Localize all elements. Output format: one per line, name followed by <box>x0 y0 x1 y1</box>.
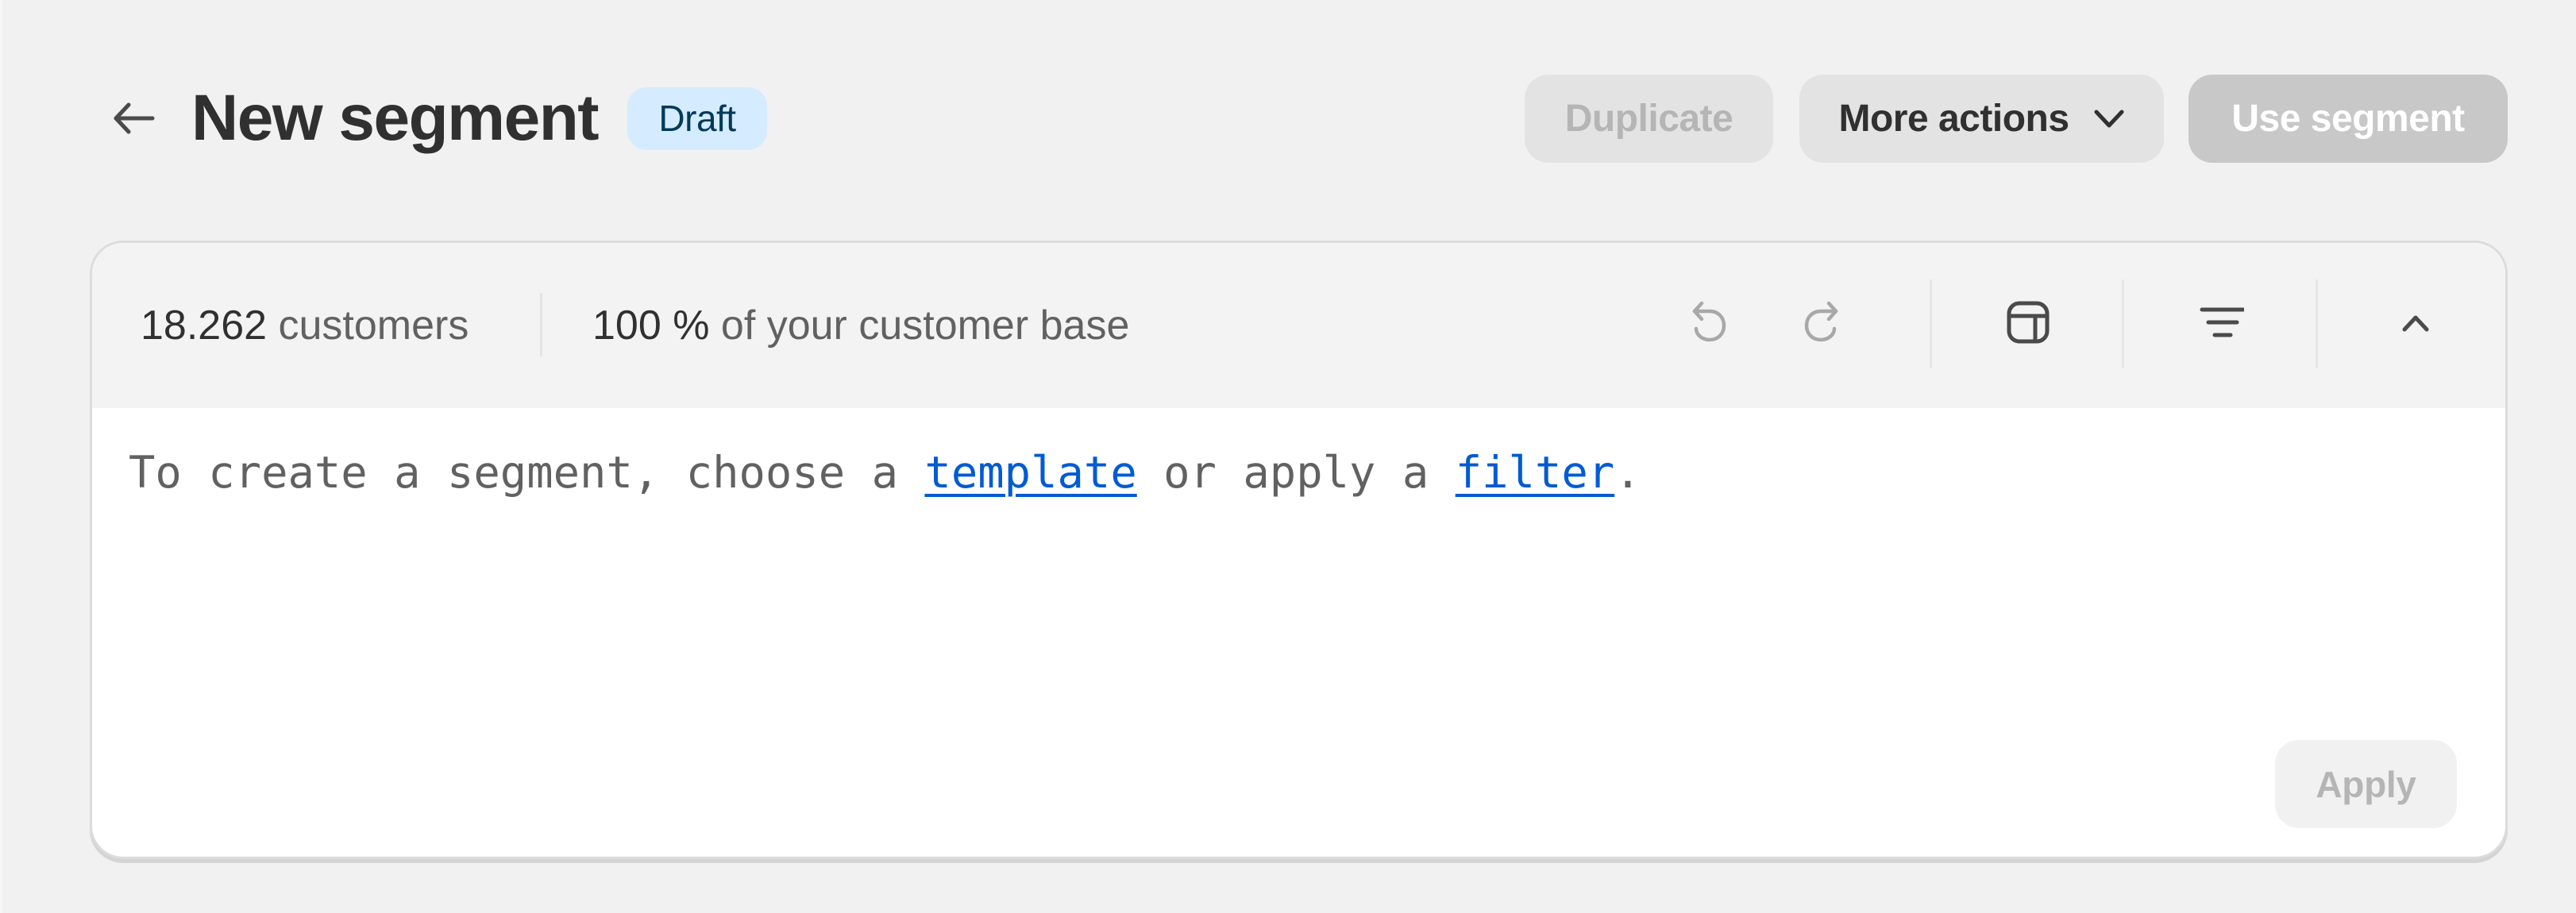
redo-button[interactable] <box>1777 279 1865 366</box>
status-badge: Draft <box>627 87 767 150</box>
filter-icon <box>2200 307 2244 337</box>
apply-button[interactable]: Apply <box>2275 740 2457 828</box>
toolbar-divider <box>1930 279 1932 368</box>
summary-divider <box>540 293 542 356</box>
filter-link[interactable]: filter <box>1456 447 1614 499</box>
duplicate-button-label: Duplicate <box>1564 98 1733 140</box>
customer-percentage: 100 % of your customer base <box>592 294 1129 357</box>
template-link[interactable]: template <box>924 447 1136 499</box>
filter-button[interactable] <box>2178 279 2266 366</box>
customer-percentage-value: 100 % <box>592 302 710 349</box>
customer-count-value: 18.262 <box>141 302 268 349</box>
editor-text: or apply a <box>1136 447 1456 499</box>
use-segment-label: Use segment <box>2231 98 2465 140</box>
chevron-down-icon <box>2093 109 2125 129</box>
editor-text: . <box>1614 447 1641 499</box>
toolbar-divider <box>2122 279 2124 368</box>
chevron-up-icon <box>2402 315 2429 332</box>
template-icon <box>2007 301 2050 344</box>
template-button[interactable] <box>1984 279 2072 366</box>
collapse-button[interactable] <box>2372 279 2459 366</box>
more-actions-label: More actions <box>1838 98 2069 140</box>
duplicate-button[interactable]: Duplicate <box>1525 75 1773 163</box>
undo-button[interactable] <box>1666 279 1753 366</box>
arrow-left-icon <box>114 102 155 134</box>
back-button[interactable] <box>104 94 163 142</box>
editor-text: To create a segment, choose a <box>129 447 925 499</box>
page-title: New segment <box>191 82 600 154</box>
apply-button-label: Apply <box>2316 763 2416 805</box>
redo-icon <box>1804 301 1838 342</box>
more-actions-button[interactable]: More actions <box>1799 75 2164 163</box>
segment-query-editor[interactable]: To create a segment, choose a template o… <box>129 441 1641 505</box>
customer-count-label: customers <box>278 302 469 349</box>
segment-editor-card: 18.262 customers 100 % of your customer … <box>90 241 2508 859</box>
toolbar-divider <box>2316 279 2318 368</box>
customer-percentage-label: of your customer base <box>720 302 1130 349</box>
segment-summary-bar: 18.262 customers 100 % of your customer … <box>92 243 2505 408</box>
undo-icon <box>1692 301 1726 342</box>
customer-count: 18.262 customers <box>141 294 469 357</box>
use-segment-button[interactable]: Use segment <box>2188 75 2508 163</box>
